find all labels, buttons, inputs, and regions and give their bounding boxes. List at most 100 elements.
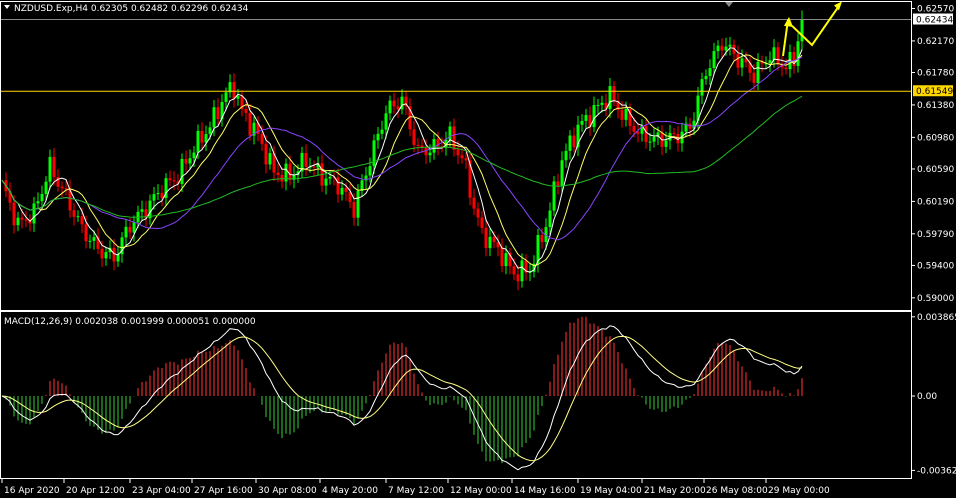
- shift-marker-icon[interactable]: [725, 2, 733, 7]
- candle-body: [20, 217, 24, 220]
- candle-body: [492, 236, 496, 243]
- candle-body: [416, 144, 420, 146]
- candle-body: [596, 104, 600, 106]
- y-tick-label: 0.62570: [917, 4, 954, 14]
- candle-body: [624, 109, 628, 120]
- candle-body: [520, 260, 524, 282]
- candle-body: [592, 105, 596, 128]
- x-tick-label: 16 Apr 2020: [4, 486, 60, 496]
- candle-body: [784, 67, 788, 70]
- y-tick-label: 0.61780: [917, 69, 954, 79]
- candle-body: [664, 140, 668, 147]
- candle-body: [740, 58, 744, 68]
- y-tick-label: 0.62170: [917, 37, 954, 47]
- candle-body: [600, 102, 604, 105]
- candle-body: [488, 236, 492, 249]
- current-price-label: 0.62434: [916, 16, 953, 26]
- candle-body: [580, 120, 584, 125]
- x-tick-label: 26 May 08:00: [706, 486, 768, 496]
- candle-body: [428, 152, 432, 156]
- candle-body: [672, 132, 676, 134]
- candle-body: [376, 133, 380, 141]
- forecast-arrowhead-icon: [784, 16, 793, 27]
- x-tick-label: 27 Apr 16:00: [194, 486, 253, 496]
- macd-pane-frame: [0, 311, 912, 479]
- candle-body: [548, 210, 552, 228]
- candle-body: [312, 166, 316, 168]
- candle-body: [756, 61, 760, 83]
- candle-body: [188, 158, 192, 164]
- candle-body: [424, 148, 428, 156]
- candle-body: [196, 130, 200, 153]
- candle-body: [200, 130, 204, 143]
- y-tick-label: 0.59000: [917, 294, 954, 304]
- candle-body: [276, 172, 280, 175]
- candle-body: [112, 247, 116, 262]
- candle-body: [384, 113, 388, 130]
- candle-body: [52, 156, 56, 177]
- candle-body: [88, 240, 92, 242]
- candle-body: [736, 53, 740, 68]
- y-tick-label: 0.60980: [917, 133, 954, 143]
- candle-body: [460, 155, 464, 159]
- candle-body: [324, 178, 328, 186]
- symbol-dropdown-icon[interactable]: [4, 5, 10, 9]
- x-tick-label: 7 May 12:00: [388, 486, 444, 496]
- y-tick-label: 0.59400: [917, 261, 954, 271]
- candle-body: [264, 143, 268, 165]
- candle-body: [232, 82, 236, 99]
- macd-pane: [1, 316, 803, 471]
- candle-body: [160, 192, 164, 198]
- candle-body: [80, 216, 84, 225]
- x-tick-label: 14 May 16:00: [514, 486, 576, 496]
- candle-body: [356, 190, 360, 218]
- chart-canvas: 0.62570 0.62170 0.61780 0.61380 0.60980 0.605…: [0, 1, 956, 496]
- candle-body: [268, 153, 272, 165]
- symbol-label: NZDUSD.Exp,H4 0.62305 0.62482 0.62296 0.…: [14, 4, 249, 14]
- candle-body: [472, 197, 476, 209]
- candle-body: [344, 187, 348, 192]
- candle-body: [724, 46, 728, 51]
- candle-body: [448, 126, 452, 140]
- candle-body: [568, 135, 572, 151]
- candle-body: [216, 107, 220, 120]
- level-label: 0.61549: [916, 87, 953, 97]
- macd-y-tick-label: 0.003865: [917, 313, 956, 323]
- candle-body: [156, 192, 160, 195]
- x-tick-label: 23 Apr 04:00: [132, 486, 191, 496]
- candle-body: [152, 194, 156, 201]
- candle-body: [772, 47, 776, 61]
- candle-body: [124, 226, 128, 238]
- candle-body: [92, 237, 96, 241]
- candle-body: [128, 226, 132, 233]
- macd-y-tick-label: 0.00: [917, 392, 937, 402]
- candle-body: [12, 202, 16, 226]
- candle-body: [380, 129, 384, 134]
- candle-body: [336, 177, 340, 195]
- candle-body: [104, 252, 108, 259]
- candle-body: [224, 92, 228, 102]
- candle-body: [244, 109, 248, 113]
- candle-body: [456, 149, 460, 156]
- candle-body: [396, 106, 400, 110]
- candle-body: [352, 201, 356, 218]
- candle-body: [648, 141, 652, 143]
- candle-body: [516, 274, 520, 282]
- candle-body: [644, 125, 648, 143]
- candle-body: [328, 176, 332, 179]
- candle-body: [560, 160, 564, 186]
- candle-body: [212, 107, 216, 128]
- candle-body: [132, 222, 136, 233]
- candle-body: [716, 45, 720, 52]
- candle-body: [48, 156, 52, 182]
- candle-body: [608, 86, 612, 110]
- candle-body: [632, 125, 636, 132]
- candle-body: [304, 152, 308, 167]
- candle-body: [572, 135, 576, 148]
- candle-body: [500, 247, 504, 267]
- candle-body: [72, 210, 76, 217]
- axes: 0.62570 0.62170 0.61780 0.61380 0.60980 0.605…: [1, 4, 956, 496]
- candle-body: [208, 127, 212, 135]
- x-tick-label: 4 May 20:00: [322, 486, 378, 496]
- candle-body: [368, 166, 372, 176]
